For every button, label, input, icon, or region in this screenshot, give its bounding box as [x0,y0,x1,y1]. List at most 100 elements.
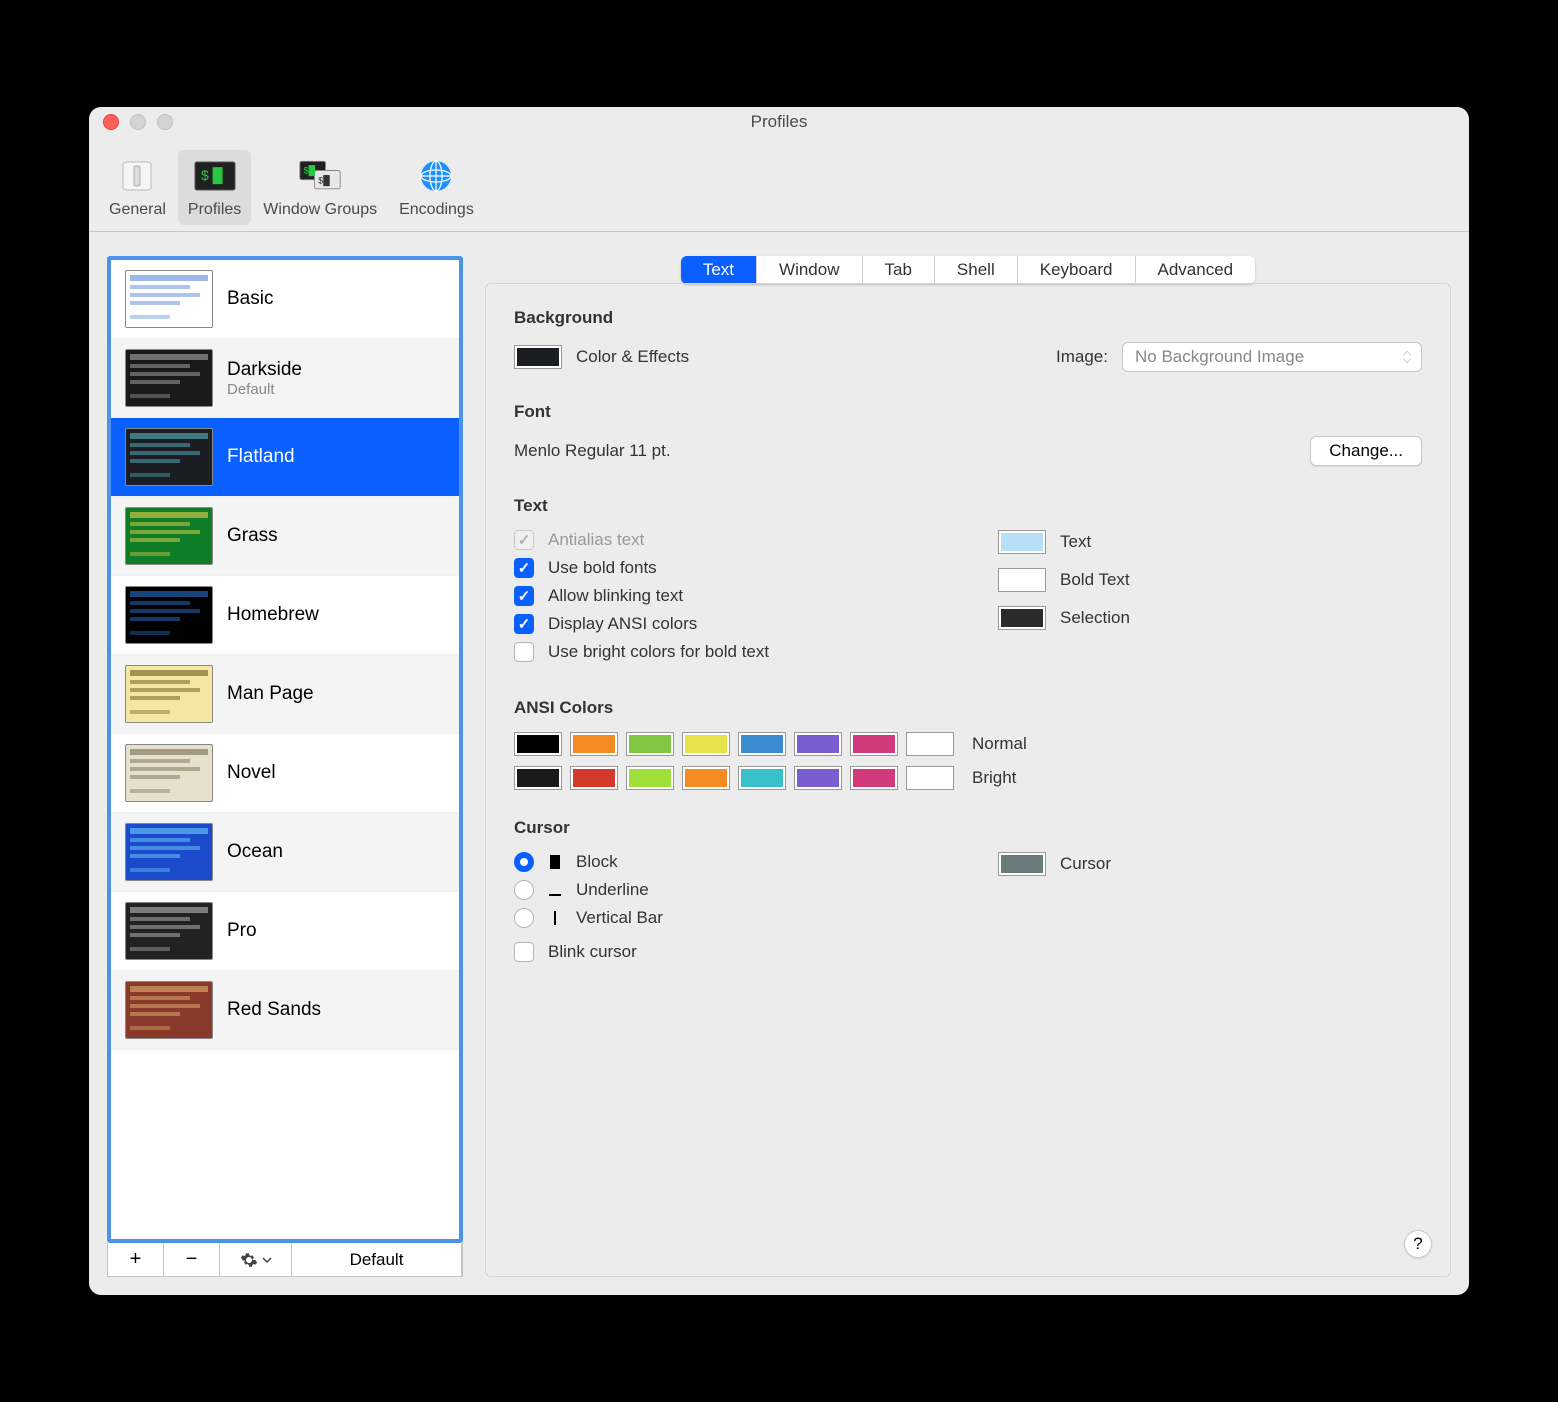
cursor-glyph-icon [548,855,562,869]
profile-item-man-page[interactable]: Man Page [111,655,459,734]
tab-advanced[interactable]: Advanced [1136,256,1256,284]
profile-name: Darkside [227,359,302,381]
toolbar-general[interactable]: General [99,150,176,225]
cursor-radio-block[interactable] [514,852,534,872]
profile-thumb [125,507,213,565]
ansi-normal-3[interactable] [682,732,730,756]
profile-item-darkside[interactable]: DarksideDefault [111,339,459,418]
profile-actions-menu[interactable] [220,1243,292,1276]
ansi-normal-6[interactable] [850,732,898,756]
cursor-radio-underline[interactable] [514,880,534,900]
text-color-label: Bold Text [1060,570,1130,590]
cursor-options: BlockUnderlineVertical BarBlink cursor [514,852,938,970]
svg-text:$ █: $ █ [201,167,223,185]
profile-item-pro[interactable]: Pro [111,892,459,971]
checkbox-use-bold-fonts[interactable] [514,558,534,578]
toolbar-window-groups[interactable]: $█$█ Window Groups [253,150,387,225]
cursor-radio-label: Underline [576,880,649,900]
tab-tab[interactable]: Tab [863,256,935,284]
profile-item-ocean[interactable]: Ocean [111,813,459,892]
ansi-normal-4[interactable] [738,732,786,756]
font-description: Menlo Regular 11 pt. [514,441,671,461]
ansi-normal-7[interactable] [906,732,954,756]
toolbar: General $ █ Profiles $█$█ Window Groups … [89,137,1469,232]
cursor-radio-label: Vertical Bar [576,908,663,928]
profile-list[interactable]: Basic DarksideDefault Flatland Grass Homebre… [107,256,463,1243]
profile-subtitle: Default [227,381,302,398]
checkbox-label: Allow blinking text [548,586,683,606]
titlebar: Profiles [89,107,1469,137]
cursor-glyph-icon [548,884,562,896]
profile-thumb [125,744,213,802]
ansi-bright-2[interactable] [626,766,674,790]
toolbar-profiles[interactable]: $ █ Profiles [178,150,251,225]
ansi-bright-7[interactable] [906,766,954,790]
font-heading: Font [514,402,1422,422]
profile-item-flatland[interactable]: Flatland [111,418,459,497]
ansi-normal-2[interactable] [626,732,674,756]
profile-thumb [125,981,213,1039]
cursor-radio-label: Block [576,852,618,872]
profile-item-basic[interactable]: Basic [111,260,459,339]
profile-item-novel[interactable]: Novel [111,734,459,813]
checkbox-label: Antialias text [548,530,644,550]
ansi-bright-label: Bright [972,768,1016,788]
tabs: TextWindowTabShellKeyboardAdvanced [485,256,1451,284]
tab-keyboard[interactable]: Keyboard [1018,256,1136,284]
profile-item-homebrew[interactable]: Homebrew [111,576,459,655]
tab-shell[interactable]: Shell [935,256,1018,284]
ansi-bright-4[interactable] [738,766,786,790]
text-color-well-selection[interactable] [998,606,1046,630]
svg-text:$█: $█ [304,164,316,176]
font-change-button[interactable]: Change... [1310,436,1422,466]
text-heading: Text [514,496,1422,516]
tab-text[interactable]: Text [681,256,757,284]
add-profile-button[interactable]: + [108,1243,164,1276]
checkbox-allow-blinking-text[interactable] [514,586,534,606]
sidebar-actions: + − Default [107,1243,463,1277]
window-title: Profiles [89,112,1469,132]
profile-thumb [125,428,213,486]
ansi-normal-5[interactable] [794,732,842,756]
profile-thumb [125,823,213,881]
checkbox-use-bright-colors-for-bold-text[interactable] [514,642,534,662]
background-heading: Background [514,308,1422,328]
ansi-bright-3[interactable] [682,766,730,790]
ansi-bright-1[interactable] [570,766,618,790]
ansi-bright-5[interactable] [794,766,842,790]
text-color-label: Selection [1060,608,1130,628]
profile-name: Homebrew [227,604,319,626]
toolbar-encodings[interactable]: Encodings [389,150,484,225]
text-color-well-bold-text[interactable] [998,568,1046,592]
profile-name: Flatland [227,446,295,468]
gear-icon [240,1251,258,1269]
ansi-normal-1[interactable] [570,732,618,756]
cursor-color-well[interactable] [998,852,1046,876]
cursor-radio-vertical-bar[interactable] [514,908,534,928]
ansi-bright-6[interactable] [850,766,898,790]
help-button[interactable]: ? [1404,1230,1432,1258]
background-color-well[interactable] [514,345,562,369]
profile-thumb [125,586,213,644]
profile-item-grass[interactable]: Grass [111,497,459,576]
cursor-color-label: Cursor [1060,854,1111,874]
profile-name: Red Sands [227,999,321,1021]
text-color-well-text[interactable] [998,530,1046,554]
profile-thumb [125,902,213,960]
panel-body: Background Color & Effects Image: No Bac… [485,283,1451,1277]
text-options: Antialias textUse bold fontsAllow blinki… [514,530,938,670]
tab-window[interactable]: Window [757,256,862,284]
ansi-bright-0[interactable] [514,766,562,790]
background-image-select[interactable]: No Background Image [1122,342,1422,372]
checkbox-label: Use bright colors for bold text [548,642,769,662]
checkbox-display-ansi-colors[interactable] [514,614,534,634]
profile-item-red-sands[interactable]: Red Sands [111,971,459,1050]
ansi-normal-0[interactable] [514,732,562,756]
ansi-normal-label: Normal [972,734,1027,754]
remove-profile-button[interactable]: − [164,1243,220,1276]
profile-name: Basic [227,288,273,310]
checkbox-antialias-text [514,530,534,550]
set-default-button[interactable]: Default [292,1243,462,1276]
blink-cursor-checkbox[interactable] [514,942,534,962]
preferences-window: Profiles General $ █ Profiles $█$█ Windo… [89,107,1469,1295]
